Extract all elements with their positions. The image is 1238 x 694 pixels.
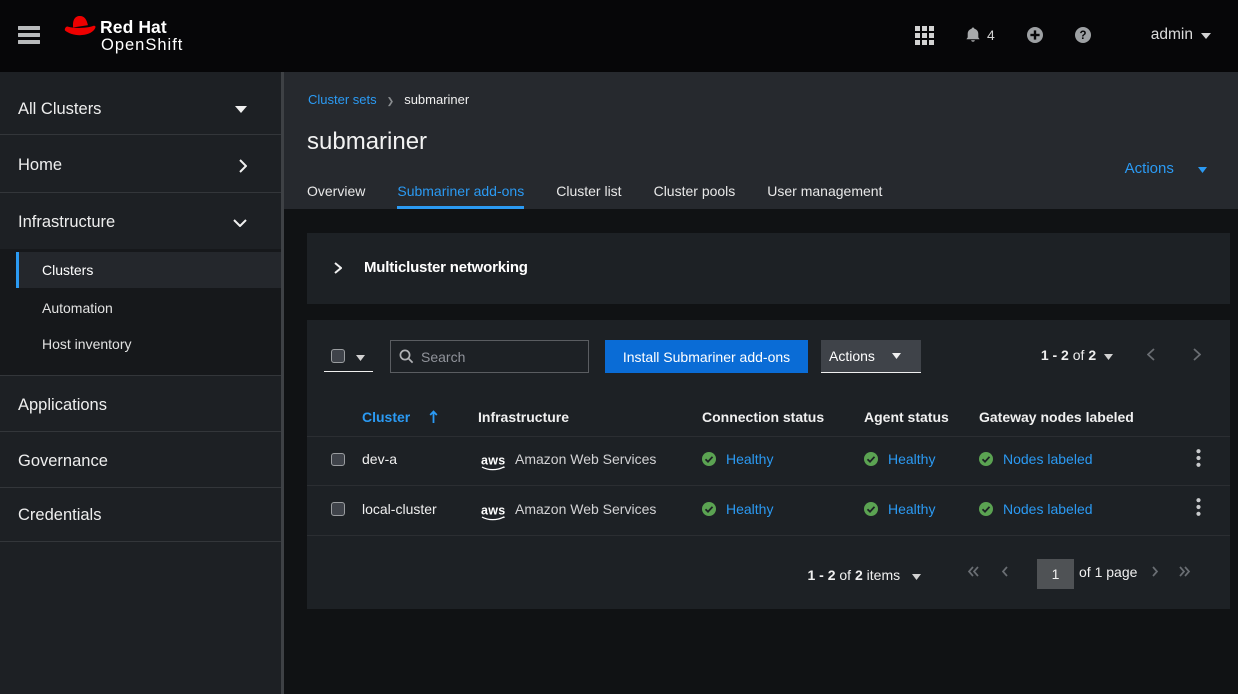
svg-text:aws: aws xyxy=(481,454,506,468)
svg-text:aws: aws xyxy=(481,503,506,517)
svg-text:?: ? xyxy=(1079,30,1086,42)
